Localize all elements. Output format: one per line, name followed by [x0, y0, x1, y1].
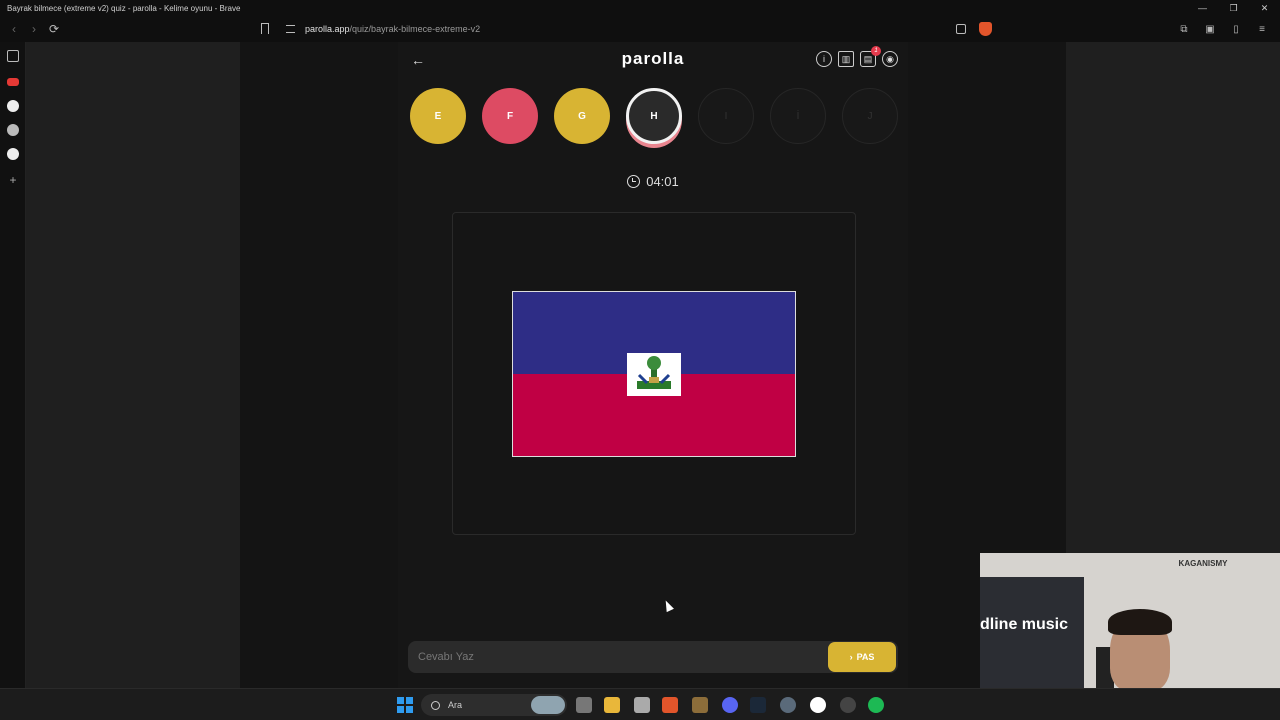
letter-track: E F G H I İ J: [410, 88, 898, 144]
menu-icon[interactable]: ≡: [1252, 19, 1272, 39]
question-card: [452, 212, 856, 535]
pass-button[interactable]: › PAS: [828, 642, 896, 672]
store-icon[interactable]: [634, 697, 650, 713]
browser-toolbar: ‹ › ⟳ parolla.app/quiz/bayrak-bilmece-ex…: [0, 16, 1280, 42]
site-icon-1[interactable]: [7, 100, 19, 112]
letter-circle[interactable]: E: [410, 88, 466, 144]
letter-circle[interactable]: J: [842, 88, 898, 144]
windows-start-icon[interactable]: [397, 697, 413, 713]
notification-badge: 1: [871, 46, 881, 56]
back-button[interactable]: ‹: [4, 19, 24, 39]
app-header: parolla ← i ▥ ▤ 1 ◉: [398, 42, 908, 76]
share-icon[interactable]: [956, 24, 966, 34]
spotify-icon[interactable]: [868, 697, 884, 713]
task-view-icon[interactable]: [576, 697, 592, 713]
timer-value: 04:01: [646, 174, 679, 189]
app-icon-2[interactable]: [840, 697, 856, 713]
back-arrow-button[interactable]: ←: [408, 50, 428, 70]
header-icons: i ▥ ▤ 1 ◉: [816, 46, 898, 67]
url-host: parolla.app: [305, 24, 350, 34]
url-path: /quiz/bayrak-bilmece-extreme-v2: [349, 24, 481, 34]
taskbar-search[interactable]: Ara: [421, 694, 567, 716]
window-title: Bayrak bilmece (extreme v2) quiz - parol…: [7, 3, 241, 13]
wallet-icon[interactable]: ▣: [1200, 19, 1220, 39]
restore-button[interactable]: ❐: [1218, 0, 1249, 16]
file-explorer-icon[interactable]: [604, 697, 620, 713]
letter-circle[interactable]: İ: [770, 88, 826, 144]
app-background: parolla ← i ▥ ▤ 1 ◉ E F G H I İ J 04:01 …: [240, 42, 1066, 688]
site-icon-3[interactable]: [7, 148, 19, 160]
chevron-right-icon: ›: [849, 652, 853, 662]
profile-icon[interactable]: ◉: [882, 51, 898, 67]
youtube-icon[interactable]: [7, 78, 19, 86]
letter-circle[interactable]: F: [482, 88, 538, 144]
sidebar-panel-icon[interactable]: [7, 50, 19, 62]
timer: 04:01: [398, 174, 908, 189]
webcam-sign-text: dline music: [980, 616, 1069, 633]
reload-button[interactable]: ⟳: [44, 19, 64, 39]
bookmark-icon[interactable]: [261, 23, 269, 34]
pass-label: PAS: [856, 652, 875, 662]
webcam-overlay: dline music KAGANISMY: [980, 553, 1280, 688]
letter-circle-active[interactable]: H: [626, 88, 682, 144]
clock-icon: [627, 175, 641, 188]
search-icon: [431, 700, 440, 710]
site-settings-icon[interactable]: [286, 25, 295, 33]
add-icon[interactable]: +: [7, 173, 19, 187]
site-icon-2[interactable]: [7, 124, 19, 136]
forward-button[interactable]: ›: [24, 19, 44, 39]
obs-icon[interactable]: [810, 697, 826, 713]
window-titlebar: Bayrak bilmece (extreme v2) quiz - parol…: [0, 0, 1280, 16]
streamer-hair: [1108, 609, 1172, 635]
address-bar[interactable]: parolla.app/quiz/bayrak-bilmece-extreme-…: [255, 19, 1000, 39]
answer-bar: › PAS: [408, 641, 898, 673]
brave-browser-icon[interactable]: [662, 697, 678, 713]
letter-circle[interactable]: G: [554, 88, 610, 144]
coat-of-arms-emblem: [627, 353, 681, 396]
taskbar-search-label: Ara: [448, 700, 463, 710]
notifications-icon[interactable]: ▤ 1: [860, 46, 881, 67]
brave-shields-icon[interactable]: [979, 22, 992, 36]
quiz-panel: parolla ← i ▥ ▤ 1 ◉ E F G H I İ J 04:01 …: [398, 42, 908, 688]
discord-icon[interactable]: [722, 697, 738, 713]
close-button[interactable]: ✕: [1249, 0, 1280, 16]
letter-circle[interactable]: I: [698, 88, 754, 144]
webcam-poster-text: KAGANISMY: [1178, 559, 1228, 568]
extensions-icon[interactable]: ⧉: [1174, 19, 1194, 39]
toolbar-right: ⧉ ▣ ▯ ≡: [1174, 19, 1272, 39]
info-icon[interactable]: i: [816, 51, 832, 67]
flag-image: [512, 291, 796, 457]
leaderboard-icon[interactable]: ▥: [838, 51, 854, 67]
browser-sidebar: +: [0, 42, 26, 688]
answer-input[interactable]: [408, 641, 818, 673]
sidebar-toggle-icon[interactable]: ▯: [1226, 19, 1246, 39]
steam-icon[interactable]: [750, 697, 766, 713]
settings-icon[interactable]: [780, 697, 796, 713]
url-text[interactable]: parolla.app/quiz/bayrak-bilmece-extreme-…: [305, 24, 480, 34]
windows-taskbar: Ara: [0, 688, 1280, 720]
app-icon[interactable]: [692, 697, 708, 713]
minimize-button[interactable]: —: [1187, 0, 1218, 16]
search-highlight-image: [531, 696, 565, 714]
window-controls: — ❐ ✕: [1187, 0, 1280, 16]
